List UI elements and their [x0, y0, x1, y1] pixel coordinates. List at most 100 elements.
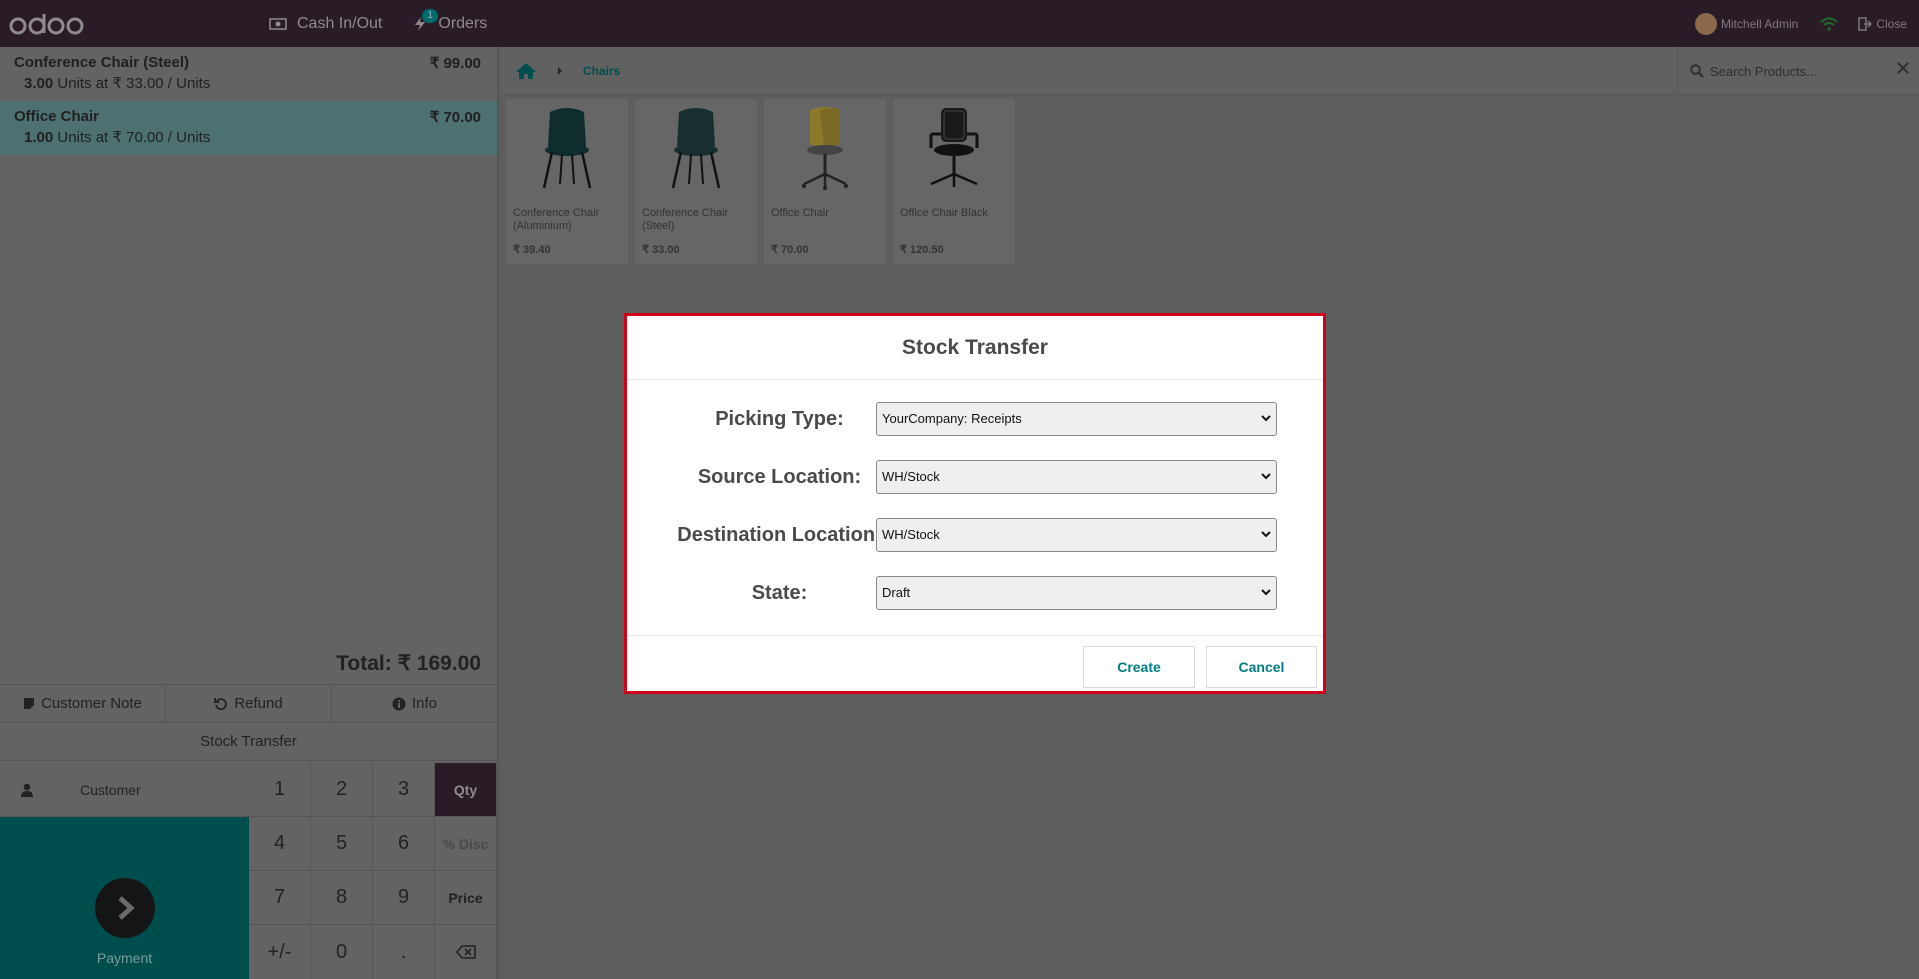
create-button[interactable]: Create [1083, 646, 1195, 688]
breadcrumb-chairs[interactable]: Chairs [583, 64, 620, 78]
numpad-key-dot[interactable]: . [373, 925, 435, 979]
order-line-price: ₹ 70.00 [429, 109, 481, 126]
product-price: ₹ 120.50 [900, 244, 944, 256]
picking-type-value: YourCompany: Receipts [882, 411, 1022, 426]
note-icon [23, 697, 35, 710]
numpad-mode-qty[interactable]: Qty [435, 763, 497, 817]
state-select[interactable]: Draft [876, 576, 1277, 610]
numpad-key-1[interactable]: 1 [249, 763, 311, 817]
orders-label: Orders [438, 14, 488, 32]
numpad-key-9[interactable]: 9 [373, 871, 435, 925]
product-name: Office Chair [771, 207, 829, 219]
search-input[interactable]: Search Products... [1710, 64, 1817, 79]
orders-badge: 1 [422, 9, 438, 23]
clear-search-icon[interactable] [1897, 62, 1909, 74]
info-label: Info [411, 695, 438, 712]
top-bar: Cash In/Out 1 Orders Mitchell Admin Clos… [0, 0, 1919, 47]
order-panel: Conference Chair (Steel) ₹ 99.00 3.00 Un… [0, 47, 499, 979]
product-name: Conference Chair (Aluminium) [513, 207, 600, 232]
refund-button[interactable]: Refund [166, 685, 332, 722]
product-name: Office Chair Black [900, 207, 988, 219]
order-line-unit: Units at ₹ 70.00 / Units [57, 129, 211, 146]
source-location-value: WH/Stock [882, 469, 940, 484]
picking-type-select[interactable]: YourCompany: Receipts [876, 402, 1277, 436]
order-line-name: Office Chair [14, 108, 100, 125]
customer-note-label: Customer Note [41, 695, 142, 712]
source-location-label: Source Location: [697, 466, 862, 488]
product-grid: Conference Chair (Aluminium) ₹ 39.40 Con… [505, 98, 1021, 265]
product-image [893, 99, 1015, 195]
order-line-price: ₹ 99.00 [429, 55, 481, 72]
home-icon[interactable] [515, 62, 537, 80]
order-line-qty: 1.00 [24, 129, 54, 146]
customer-button[interactable]: Customer [0, 763, 249, 817]
state-label: State: [751, 582, 808, 604]
destination-location-label: Destination Location: [677, 524, 882, 546]
chevron-down-icon [1261, 588, 1271, 596]
order-line-info: 3.00 Units at ₹ 33.00 / Units [14, 74, 483, 92]
numpad-key-8[interactable]: 8 [311, 871, 373, 925]
stock-transfer-button[interactable]: Stock Transfer [0, 723, 497, 761]
product-card[interactable]: Office Chair Black ₹ 120.50 [892, 98, 1016, 265]
chevron-down-icon [1261, 530, 1271, 538]
order-line-info: 1.00 Units at ₹ 70.00 / Units [14, 128, 483, 146]
category-bar: Chairs Search Products... [501, 47, 1919, 95]
product-price: ₹ 39.40 [513, 244, 551, 256]
sign-out-icon [1858, 16, 1873, 31]
user-menu[interactable]: Mitchell Admin [1694, 12, 1799, 35]
order-line-name: Conference Chair (Steel) [14, 54, 190, 71]
dialog-title: Stock Transfer [627, 316, 1323, 380]
numpad-mode-discount[interactable]: % Disc [435, 817, 497, 871]
payment-label: Payment [96, 949, 153, 966]
destination-location-select[interactable]: WH/Stock [876, 518, 1277, 552]
order-line[interactable]: Conference Chair (Steel) ₹ 99.00 3.00 Un… [0, 47, 497, 101]
wifi-icon[interactable] [1820, 17, 1838, 31]
user-icon [20, 783, 80, 797]
product-name: Conference Chair (Steel) [642, 207, 729, 232]
chevron-right-icon [94, 877, 155, 938]
chevron-down-icon [1261, 414, 1271, 422]
customer-note-button[interactable]: Customer Note [0, 685, 166, 722]
numpad-key-2[interactable]: 2 [311, 763, 373, 817]
state-value: Draft [882, 585, 911, 600]
user-name: Mitchell Admin [1720, 16, 1799, 31]
undo-icon [214, 697, 228, 711]
product-image [635, 99, 757, 195]
cash-in-out-label: Cash In/Out [297, 14, 383, 32]
picking-type-label: Picking Type: [715, 408, 844, 430]
product-card[interactable]: Conference Chair (Aluminium) ₹ 39.40 [505, 98, 629, 265]
order-line-selected[interactable]: Office Chair ₹ 70.00 1.00 Units at ₹ 70.… [0, 101, 497, 155]
search-box[interactable]: Search Products... [1677, 47, 1919, 95]
payment-button[interactable]: Payment [0, 817, 249, 979]
avatar [1694, 12, 1717, 35]
product-image [506, 99, 628, 195]
product-price: ₹ 70.00 [771, 244, 809, 256]
chevron-right-icon [557, 66, 563, 75]
product-card[interactable]: Office Chair ₹ 70.00 [763, 98, 887, 265]
cash-in-out-button[interactable]: Cash In/Out [269, 0, 382, 47]
source-location-select[interactable]: WH/Stock [876, 460, 1277, 494]
chevron-down-icon [1261, 472, 1271, 480]
numpad-key-0[interactable]: 0 [311, 925, 373, 979]
product-card[interactable]: Conference Chair (Steel) ₹ 33.00 [634, 98, 758, 265]
numpad-key-7[interactable]: 7 [249, 871, 311, 925]
dialog-body: Picking Type: YourCompany: Receipts Sour… [627, 380, 1323, 636]
cancel-button[interactable]: Cancel [1206, 646, 1317, 688]
numpad: 1 2 3 Qty 4 5 6 % Disc 7 8 9 Price +/- 0… [249, 763, 497, 979]
numpad-key-3[interactable]: 3 [373, 763, 435, 817]
numpad-backspace[interactable] [435, 925, 497, 979]
money-icon [269, 17, 287, 30]
numpad-key-plus-minus[interactable]: +/- [249, 925, 311, 979]
odoo-logo [8, 9, 86, 39]
info-button[interactable]: Info [332, 685, 497, 722]
backspace-icon [455, 945, 476, 959]
numpad-mode-price[interactable]: Price [435, 871, 497, 925]
destination-location-value: WH/Stock [882, 527, 940, 542]
close-button[interactable]: Close [1858, 17, 1907, 31]
order-total: Total: ₹ 169.00 [0, 643, 497, 685]
numpad-key-4[interactable]: 4 [249, 817, 311, 871]
orders-button[interactable]: 1 Orders [412, 0, 487, 47]
numpad-key-6[interactable]: 6 [373, 817, 435, 871]
numpad-key-5[interactable]: 5 [311, 817, 373, 871]
product-price: ₹ 33.00 [642, 244, 680, 256]
